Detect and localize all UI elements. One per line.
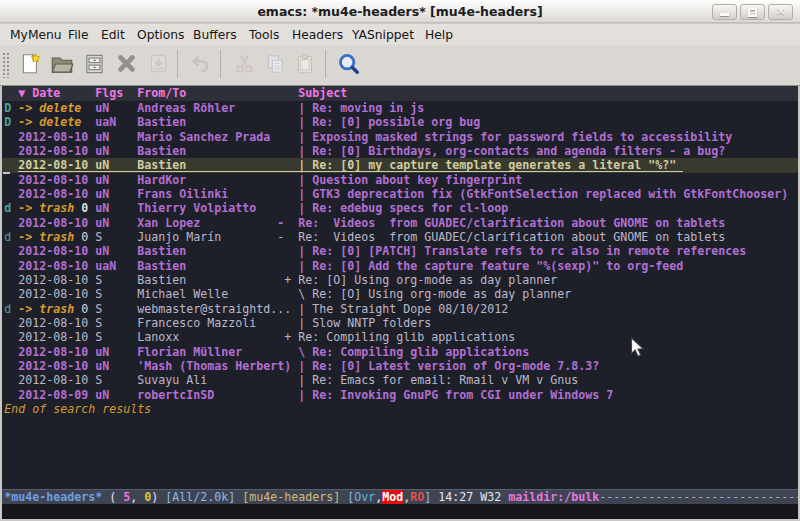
message-row[interactable]: 2012-08-10 S Francesco Mazzoli | Slow NN… xyxy=(2,316,798,330)
end-of-results: End of search results xyxy=(2,402,798,416)
menu-bar: MyMenu File Edit Options Buffers Tools Headers… xyxy=(0,24,800,45)
maximize-icon xyxy=(748,8,757,17)
message-row[interactable]: 2012-08-10 S Michael Welle \ Re: [O] Usi… xyxy=(2,287,798,301)
message-row[interactable]: 2012-08-10 uN Xan Lopez - Re: Videos fro… xyxy=(2,216,798,230)
menu-options[interactable]: Options xyxy=(137,28,184,42)
minimize-button[interactable] xyxy=(712,4,737,20)
menu-file[interactable]: File xyxy=(68,28,89,42)
modeline-folder: maildir:/bulk xyxy=(508,490,599,504)
minimize-icon xyxy=(720,13,729,16)
toolbar-separator xyxy=(220,50,221,78)
open-folder-button[interactable] xyxy=(49,51,75,77)
undo-button[interactable] xyxy=(187,51,213,77)
close-button[interactable]: ✕ xyxy=(768,4,793,20)
modeline-buffer: *mu4e-headers* xyxy=(4,490,102,504)
message-row[interactable]: D -> delete uN Andreas Röhler | Re: movi… xyxy=(2,101,798,115)
emacs-frame: ▼ Date Flgs From/To Subject D -> delete … xyxy=(2,86,798,519)
highlight-underline xyxy=(18,171,683,172)
modeline-plain: , xyxy=(130,490,144,504)
toolbar-separator xyxy=(177,50,178,78)
message-row[interactable]: 2012-08-10 uN Bastien | Re: [0] [PATCH] … xyxy=(2,244,798,258)
message-row[interactable]: 2012-08-09 uN robertcInSD | Re: Invoking… xyxy=(2,388,798,402)
close-button[interactable] xyxy=(114,51,140,77)
cut-button[interactable] xyxy=(232,51,258,77)
toolbar-grip[interactable] xyxy=(2,52,10,78)
message-row[interactable]: 2012-08-10 uN Bastien | Re: [0] my captu… xyxy=(2,158,798,172)
tool-bar xyxy=(0,45,800,86)
menu-tools[interactable]: Tools xyxy=(249,28,279,42)
save-as-button[interactable] xyxy=(146,51,172,77)
message-row[interactable]: 2012-08-10 uN Mario Sanchez Prada | Expo… xyxy=(2,130,798,144)
modeline-ro: RO xyxy=(410,490,424,504)
message-row[interactable]: 2012-08-10 uN Bastien | Re: [0] Birthday… xyxy=(2,144,798,158)
menu-edit[interactable]: Edit xyxy=(101,28,125,42)
message-row[interactable]: 2012-08-10 uN Frans Oilinki | GTK3 depre… xyxy=(2,187,798,201)
modeline-mode: [mu4e-headers] xyxy=(242,490,340,504)
message-row[interactable]: 2012-08-10 S Lanoxx + Re: Compiling glib… xyxy=(2,330,798,344)
message-row[interactable]: 2012-08-10 S Suvayu Ali | Re: Emacs for … xyxy=(2,373,798,387)
message-row[interactable]: D -> delete uaN Bastien | Re: [0] possib… xyxy=(2,115,798,129)
search-button[interactable] xyxy=(336,51,362,77)
modeline-mod: Mod xyxy=(382,490,403,504)
save-button[interactable] xyxy=(82,51,108,77)
text-cursor xyxy=(3,172,10,174)
modeline-ovr: Ovr xyxy=(354,490,375,504)
message-row[interactable]: 2012-08-10 uN Florian Müllner \ Re: Comp… xyxy=(2,345,798,359)
minibuffer[interactable] xyxy=(2,504,798,519)
new-file-button[interactable] xyxy=(18,51,44,77)
title-bar: emacs: *mu4e-headers* [mu4e-headers] ✕ xyxy=(0,0,800,23)
mouse-cursor xyxy=(630,337,646,359)
headers-column-header: ▼ Date Flgs From/To Subject xyxy=(2,86,798,101)
message-row[interactable]: d -> trash 0 S webmaster@straightd... | … xyxy=(2,302,798,316)
modeline-dash: ------------------------------ xyxy=(599,490,798,504)
menu-headers[interactable]: Headers xyxy=(292,28,343,42)
maximize-button[interactable] xyxy=(740,4,765,20)
menu-buffers[interactable]: Buffers xyxy=(193,28,237,42)
message-list: D -> delete uN Andreas Röhler | Re: movi… xyxy=(2,101,798,416)
window-title: emacs: *mu4e-headers* [mu4e-headers] xyxy=(0,4,800,19)
paste-button[interactable] xyxy=(292,51,318,77)
toolbar-separator xyxy=(325,50,326,78)
copy-button[interactable] xyxy=(262,51,288,77)
modeline-stats: [All/2.0k] xyxy=(165,490,235,504)
mode-line: *mu4e-headers* ( 5, 0) [All/2.0k] [mu4e-… xyxy=(2,489,798,504)
message-row[interactable]: d -> trash 0 uN Thierry Volpiatto | Re: … xyxy=(2,201,798,215)
modeline-plain: ) xyxy=(151,490,165,504)
message-row[interactable]: 2012-08-10 uN 'Mash (Thomas Herbert) | R… xyxy=(2,359,798,373)
modeline-plain: 14:27 W32 xyxy=(431,490,508,504)
message-row[interactable]: 2012-08-10 uN HardKor | Question about k… xyxy=(2,173,798,187)
message-row[interactable]: d -> trash 0 S Juanjo Marín - Re: Videos… xyxy=(2,230,798,244)
modeline-plain: ( xyxy=(102,490,123,504)
menu-yasnippet[interactable]: YASnippet xyxy=(352,28,414,42)
menu-mymenu[interactable]: MyMenu xyxy=(10,28,62,42)
message-row[interactable]: 2012-08-10 S Bastien + Re: [O] Using org… xyxy=(2,273,798,287)
menu-help[interactable]: Help xyxy=(425,28,453,42)
message-row[interactable]: 2012-08-10 uaN Bastien | Re: [0] Add the… xyxy=(2,259,798,273)
